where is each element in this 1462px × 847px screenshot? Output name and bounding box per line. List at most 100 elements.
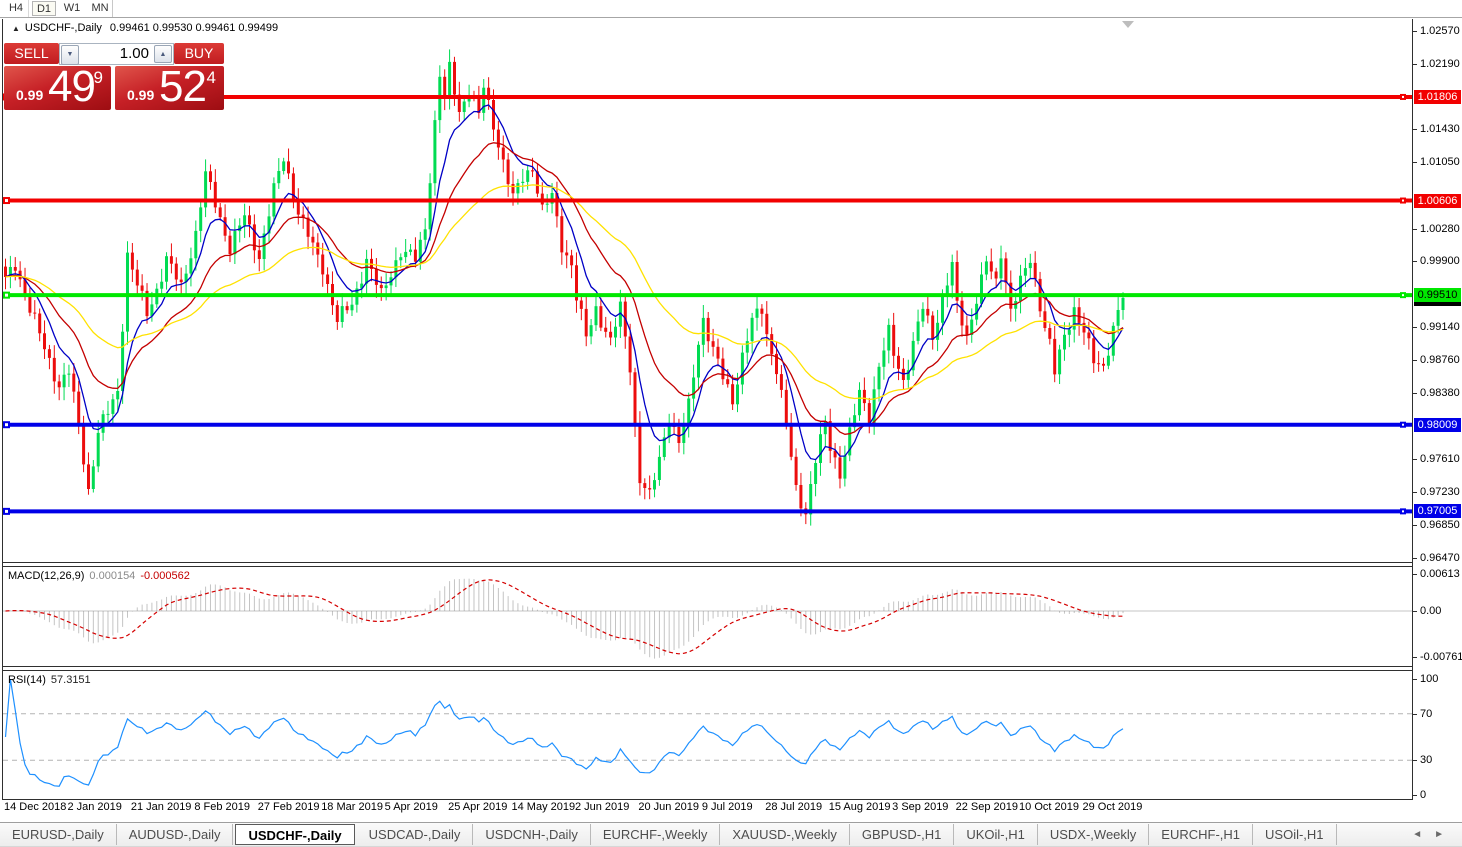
symbol-name: USDCHF-,Daily (24, 22, 102, 34)
date-label: 27 Feb 2019 (257, 801, 320, 813)
macd-signal-value: -0.000562 (140, 570, 190, 582)
rsi-tick-label: 30 (1420, 754, 1433, 767)
bid-price-strip (1414, 302, 1461, 307)
trade-buttons-row: SELL ▼ 1.00 ▲ BUY (4, 43, 224, 65)
macd-tick-label: 0.00 (1420, 605, 1442, 617)
tab-eurchf-weekly[interactable]: EURCHF-,Weekly (591, 824, 721, 845)
axis-tick (1412, 524, 1417, 526)
date-label: 8 Feb 2019 (194, 801, 250, 813)
date-label: 2 Jan 2019 (67, 801, 122, 813)
price-tick-label: 0.96850 (1420, 518, 1460, 531)
hline-0.97005[interactable] (3, 507, 1412, 515)
price-chart-canvas[interactable] (0, 0, 1462, 847)
price-tick-label: 0.99900 (1420, 255, 1460, 268)
tab-usoil-h1[interactable]: USOil-,H1 (1253, 824, 1337, 845)
ohlc-values: 0.99461 0.99530 0.99461 0.99499 (109, 22, 279, 34)
date-label: 20 Jun 2019 (638, 801, 699, 813)
price-tick-label: 1.02190 (1420, 57, 1460, 70)
tab-gbpusd-h1[interactable]: GBPUSD-,H1 (850, 824, 955, 845)
macd-pane (3, 578, 1412, 659)
price-tick-label: 1.00280 (1420, 222, 1460, 235)
buy-price-prefix: 0.99 (127, 87, 155, 103)
chart-title: ▲ USDCHF-,Daily 0.99461 0.99530 0.99461 0.… (12, 22, 278, 34)
sell-price-button[interactable]: 0.99 49 9 (4, 62, 111, 111)
date-label: 25 Apr 2019 (448, 801, 508, 813)
chart-tabs-bar: EURUSD-,Daily AUDUSD-,Daily USDCHF-,Daily U… (0, 822, 1462, 847)
rsi-pane-top-border (2, 670, 1413, 671)
tab-audusd-daily[interactable]: AUDUSD-,Daily (117, 824, 234, 845)
macd-indicator-label: MACD(12,26,9) 0.000154 -0.000562 (8, 570, 190, 582)
date-label: 29 Oct 2019 (1082, 801, 1143, 813)
price-tick-label: 0.98380 (1420, 386, 1460, 399)
date-label: 15 Aug 2019 (828, 801, 891, 813)
tab-eurchf-h1[interactable]: EURCHF-,H1 (1149, 824, 1254, 845)
rsi-tick-label: 70 (1420, 707, 1433, 720)
axis-tick (1412, 760, 1417, 762)
axis-tick (1412, 392, 1417, 394)
tab-usdcnh-daily[interactable]: USDCNH-,Daily (473, 824, 591, 845)
price-line-badge-0.98009: 0.98009 (1414, 417, 1461, 432)
axis-tick (1412, 656, 1417, 658)
tab-scroll-left-icon[interactable]: ◄ (1412, 829, 1434, 840)
macd-tick-label: 0.00613 (1420, 567, 1460, 580)
date-label: 10 Oct 2019 (1019, 801, 1079, 813)
price-tick-label: 1.01430 (1420, 123, 1460, 136)
chart-left-border (2, 19, 3, 800)
price-line-badge-0.97005: 0.97005 (1414, 504, 1461, 519)
axis-tick (1412, 795, 1417, 796)
macd-pane-top-border (2, 566, 1413, 567)
tab-usdchf-daily[interactable]: USDCHF-,Daily (235, 824, 355, 845)
sell-button[interactable]: SELL (4, 43, 59, 64)
tab-scroll-right-icon[interactable]: ► (1434, 829, 1456, 840)
rsi-tick-label: 100 (1420, 673, 1439, 685)
one-click-trading-panel: SELL ▼ 1.00 ▲ BUY 0.99 49 9 0.99 52 4 (4, 43, 224, 111)
date-label: 3 Sep 2019 (892, 801, 949, 813)
date-label: 21 Jan 2019 (130, 801, 192, 813)
price-tick-label: 0.99140 (1420, 321, 1460, 334)
axis-tick (1412, 162, 1417, 164)
axis-tick (1412, 679, 1417, 680)
macd-main-value: 0.000154 (89, 570, 136, 582)
rsi-line (4, 678, 1124, 787)
price-axis-border (1412, 19, 1413, 800)
price-tick-label: 1.02570 (1420, 25, 1460, 37)
scroll-to-end-icon[interactable] (1122, 21, 1134, 28)
collapse-arrow-icon[interactable]: ▲ (12, 24, 20, 33)
tab-usdcad-daily[interactable]: USDCAD-,Daily (357, 824, 474, 845)
volume-increase-icon[interactable]: ▲ (154, 45, 172, 63)
sell-price-pip: 9 (93, 68, 103, 87)
rsi-pane (3, 678, 1412, 787)
axis-tick (1412, 129, 1417, 131)
axis-tick (1412, 611, 1417, 612)
buy-button[interactable]: BUY (174, 43, 224, 64)
ma-45-line (5, 184, 1124, 401)
hline-0.98009[interactable] (3, 421, 1412, 429)
axis-tick (1412, 713, 1417, 715)
main-pane-bottom-border[interactable] (2, 562, 1413, 563)
ma-8-line (5, 104, 1124, 461)
date-label: 9 Jul 2019 (701, 801, 753, 813)
buy-price-main: 52 (159, 62, 207, 111)
rsi-name: RSI(14) (8, 674, 46, 686)
axis-tick (1412, 63, 1417, 65)
date-label: 18 Mar 2019 (321, 801, 383, 813)
axis-tick (1412, 261, 1417, 263)
tab-usdx-weekly[interactable]: USDX-,Weekly (1038, 824, 1150, 845)
axis-tick (1412, 228, 1417, 230)
price-tick-label: 0.97610 (1420, 453, 1460, 466)
rsi-pane-bottom-border (2, 799, 1413, 800)
buy-price-pip: 4 (206, 68, 216, 87)
price-tick-label: 0.98760 (1420, 353, 1460, 366)
buy-price-button[interactable]: 0.99 52 4 (115, 62, 224, 111)
macd-pane-bottom-border[interactable] (2, 666, 1413, 667)
rsi-indicator-label: RSI(14) 57.3151 (8, 674, 91, 686)
axis-tick (1412, 327, 1417, 329)
tab-ukoil-h1[interactable]: UKOil-,H1 (954, 824, 1038, 845)
tab-xauusd-weekly[interactable]: XAUUSD-,Weekly (720, 824, 850, 845)
tab-scroll-arrows[interactable]: ◄► (1412, 829, 1456, 840)
tab-eurusd-daily[interactable]: EURUSD-,Daily (0, 824, 117, 845)
axis-tick (1412, 491, 1417, 493)
main-price-pane (4, 49, 1125, 526)
axis-tick (1412, 359, 1417, 361)
price-line-badge-1.01806: 1.01806 (1414, 89, 1461, 104)
